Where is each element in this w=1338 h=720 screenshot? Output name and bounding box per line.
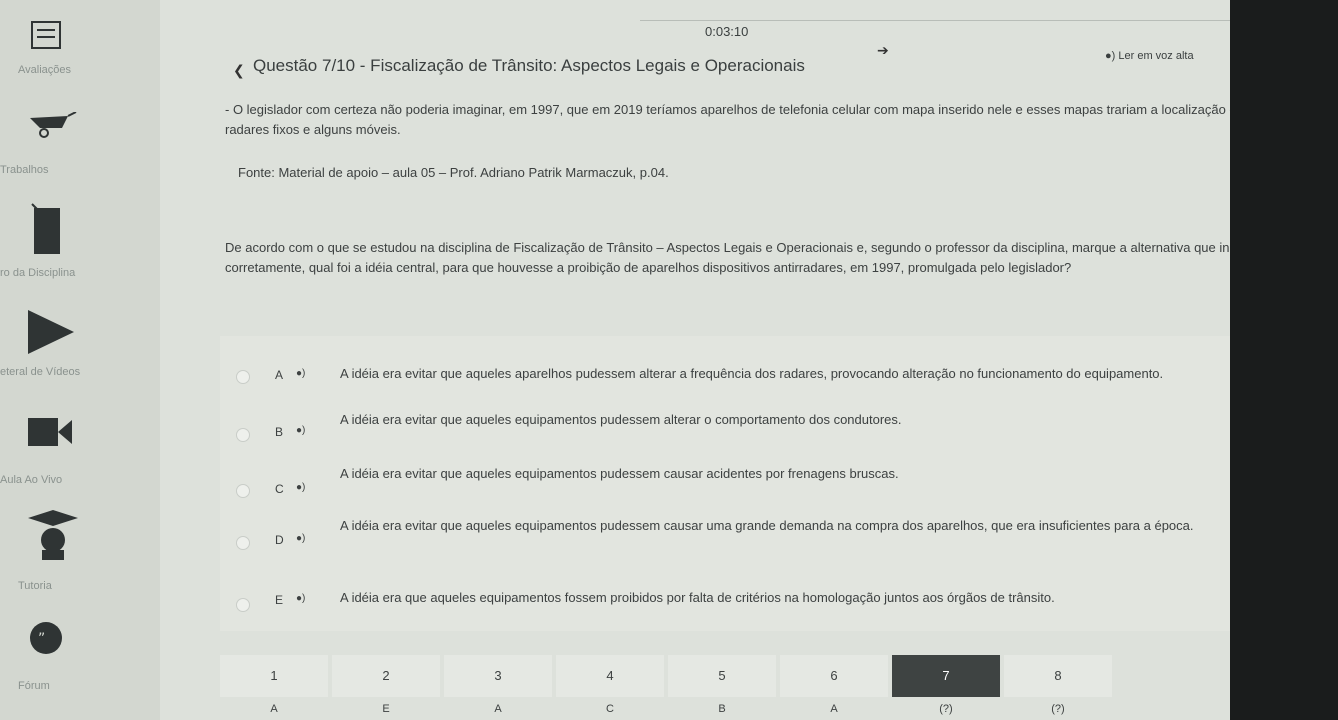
question-nav-7[interactable]: 7: [892, 655, 1000, 697]
answer-6: A: [830, 703, 838, 715]
radio-button[interactable]: [236, 370, 250, 384]
option-letter: D: [275, 533, 284, 547]
answer-3: A: [494, 703, 502, 715]
option-text: A idéia era evitar que aqueles aparelhos…: [340, 366, 1164, 381]
sidebar: Avaliações Trabalhos ro da Disciplina et…: [0, 0, 160, 720]
option-text: A idéia era evitar que aqueles equipamen…: [340, 518, 1194, 533]
answer-8: (?): [1051, 703, 1065, 715]
options-list: A ●) A idéia era evitar que aqueles apar…: [220, 336, 1280, 631]
speaker-icon[interactable]: ●): [296, 593, 305, 604]
speaker-icon: ●): [1105, 50, 1116, 62]
question-nav-4[interactable]: 4: [556, 655, 664, 697]
radio-button[interactable]: [236, 598, 250, 612]
sidebar-item-label: Trabalhos: [0, 164, 49, 176]
document-icon: [31, 21, 61, 49]
forward-arrow-icon[interactable]: ➔: [877, 42, 889, 59]
sidebar-item-label: Avaliações: [18, 64, 71, 76]
speaker-icon[interactable]: ●): [296, 533, 305, 544]
speaker-icon[interactable]: ●): [296, 368, 305, 379]
speaker-icon[interactable]: ●): [296, 482, 305, 493]
option-text: A idéia era que aqueles equipamentos fos…: [340, 590, 1055, 605]
question-nav-2[interactable]: 2: [332, 655, 440, 697]
divider: [640, 20, 1240, 21]
sidebar-item-label: Fórum: [18, 680, 50, 692]
speaker-icon[interactable]: ●): [296, 425, 305, 436]
graduation-icon: [28, 510, 78, 560]
back-arrow-icon[interactable]: ❮: [233, 62, 245, 79]
speech-bubble-icon: ”: [30, 622, 62, 654]
option-letter: C: [275, 482, 284, 496]
sidebar-item-label: Tutoria: [18, 580, 52, 592]
radio-button[interactable]: [236, 536, 250, 550]
timer: 0:03:10: [705, 24, 749, 39]
sidebar-item-label: Aula Ao Vivo: [0, 474, 63, 486]
question-nav-5[interactable]: 5: [668, 655, 776, 697]
answer-7: (?): [939, 703, 953, 715]
option-letter: E: [275, 593, 284, 607]
option-letter: A: [275, 368, 284, 382]
question-nav-6[interactable]: 6: [780, 655, 888, 697]
answer-4: C: [606, 703, 614, 715]
answer-summary: A E A C B A (?) (?): [220, 703, 1320, 720]
wheelbarrow-icon: [30, 112, 77, 138]
question-nav-8[interactable]: 8: [1004, 655, 1112, 697]
book-icon: [31, 203, 60, 254]
answer-1: A: [270, 703, 278, 715]
play-icon: [28, 310, 74, 354]
option-letter: B: [275, 425, 284, 439]
read-aloud-label: Ler em voz alta: [1118, 50, 1194, 62]
answer-5: B: [718, 703, 726, 715]
sidebar-item-label: ro da Disciplina: [0, 267, 76, 279]
answer-2: E: [382, 703, 390, 715]
svg-text:”: ”: [38, 631, 45, 647]
question-source: Fonte: Material de apoio – aula 05 – Pro…: [238, 165, 669, 180]
option-text: A idéia era evitar que aqueles equipamen…: [340, 412, 902, 427]
question-nav-1[interactable]: 1: [220, 655, 328, 697]
question-navigator: 1 2 3 4 5 6 7 8: [220, 655, 1320, 697]
question-stem: - O legislador com certeza não poderia i…: [225, 102, 1251, 137]
option-text: A idéia era evitar que aqueles equipamen…: [340, 466, 899, 481]
video-camera-icon: [28, 418, 72, 446]
read-aloud-button[interactable]: ●) Ler em voz alta: [1105, 50, 1194, 62]
right-edge-panel: [1230, 0, 1338, 720]
sidebar-item-label: eteral de Vídeos: [0, 366, 81, 378]
radio-button[interactable]: [236, 428, 250, 442]
question-prompt: De acordo com o que se estudou na discip…: [225, 240, 1257, 275]
question-nav-3[interactable]: 3: [444, 655, 552, 697]
question-panel: 0:03:10 ❮ Questão 7/10 - Fiscalização de…: [160, 0, 1338, 720]
page-title: Questão 7/10 - Fiscalização de Trânsito:…: [253, 56, 805, 75]
radio-button[interactable]: [236, 484, 250, 498]
